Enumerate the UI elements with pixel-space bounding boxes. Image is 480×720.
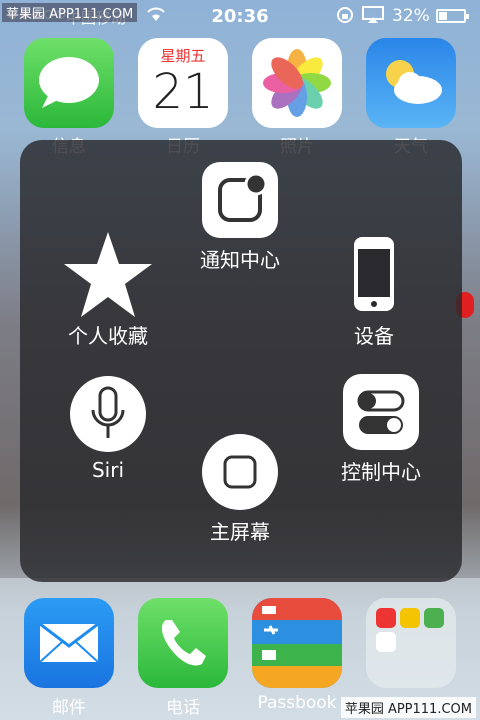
calendar-day: 21: [152, 64, 214, 120]
calendar-app[interactable]: 星期五 21: [138, 38, 228, 128]
star-icon: [63, 230, 153, 320]
games-folder[interactable]: [366, 598, 456, 688]
airplay-icon: [362, 6, 384, 29]
dock-label-phone: 电话: [166, 698, 200, 718]
home-button[interactable]: 主屏幕: [196, 434, 284, 545]
home-label: 主屏幕: [210, 520, 270, 544]
notification-center-icon: [202, 162, 278, 238]
dock-label-passbook: Passbook: [257, 693, 337, 713]
photos-icon: [263, 49, 331, 117]
device-icon: [344, 234, 404, 314]
notification-center-label: 通知中心: [200, 248, 280, 272]
device-button[interactable]: 设备: [330, 234, 418, 349]
notification-center-button[interactable]: 通知中心: [192, 162, 288, 273]
watermark-bottom: 苹果园 APP111.COM: [340, 697, 476, 718]
rotation-lock-icon: [336, 6, 354, 29]
watermark-top: 苹果园 APP111.COM: [2, 3, 138, 22]
calendar-weekday: 星期五: [160, 47, 206, 65]
passbook-app[interactable]: [252, 598, 342, 688]
photos-app[interactable]: [252, 38, 342, 128]
microphone-icon: [70, 376, 146, 452]
phone-icon: [161, 620, 206, 666]
weather-app[interactable]: [366, 38, 456, 128]
toggle-switches-icon: [343, 374, 419, 450]
siri-label: Siri: [91, 458, 125, 482]
control-center-button[interactable]: 控制中心: [326, 374, 436, 485]
folder-icon: [376, 608, 444, 652]
passbook-icon: [252, 598, 342, 688]
battery-icon: [436, 9, 469, 23]
favorites-button[interactable]: 个人收藏: [56, 230, 160, 349]
phone-app[interactable]: [138, 598, 228, 688]
siri-button[interactable]: Siri: [64, 376, 152, 482]
control-center-label: 控制中心: [341, 460, 421, 484]
messages-app[interactable]: [24, 38, 114, 128]
mail-app[interactable]: [24, 598, 114, 688]
device-label: 设备: [354, 324, 394, 348]
favorites-label: 个人收藏: [68, 324, 148, 348]
home-square-icon: [202, 434, 278, 510]
mail-icon: [39, 622, 99, 663]
assistive-touch-menu: 通知中心 个人收藏 设备 Siri 控制中心 主屏幕: [20, 140, 462, 582]
battery-percent: 32%: [392, 6, 430, 26]
messages-icon: [39, 57, 99, 108]
dock-label-mail: 邮件: [52, 698, 86, 718]
weather-icon: [386, 60, 442, 104]
